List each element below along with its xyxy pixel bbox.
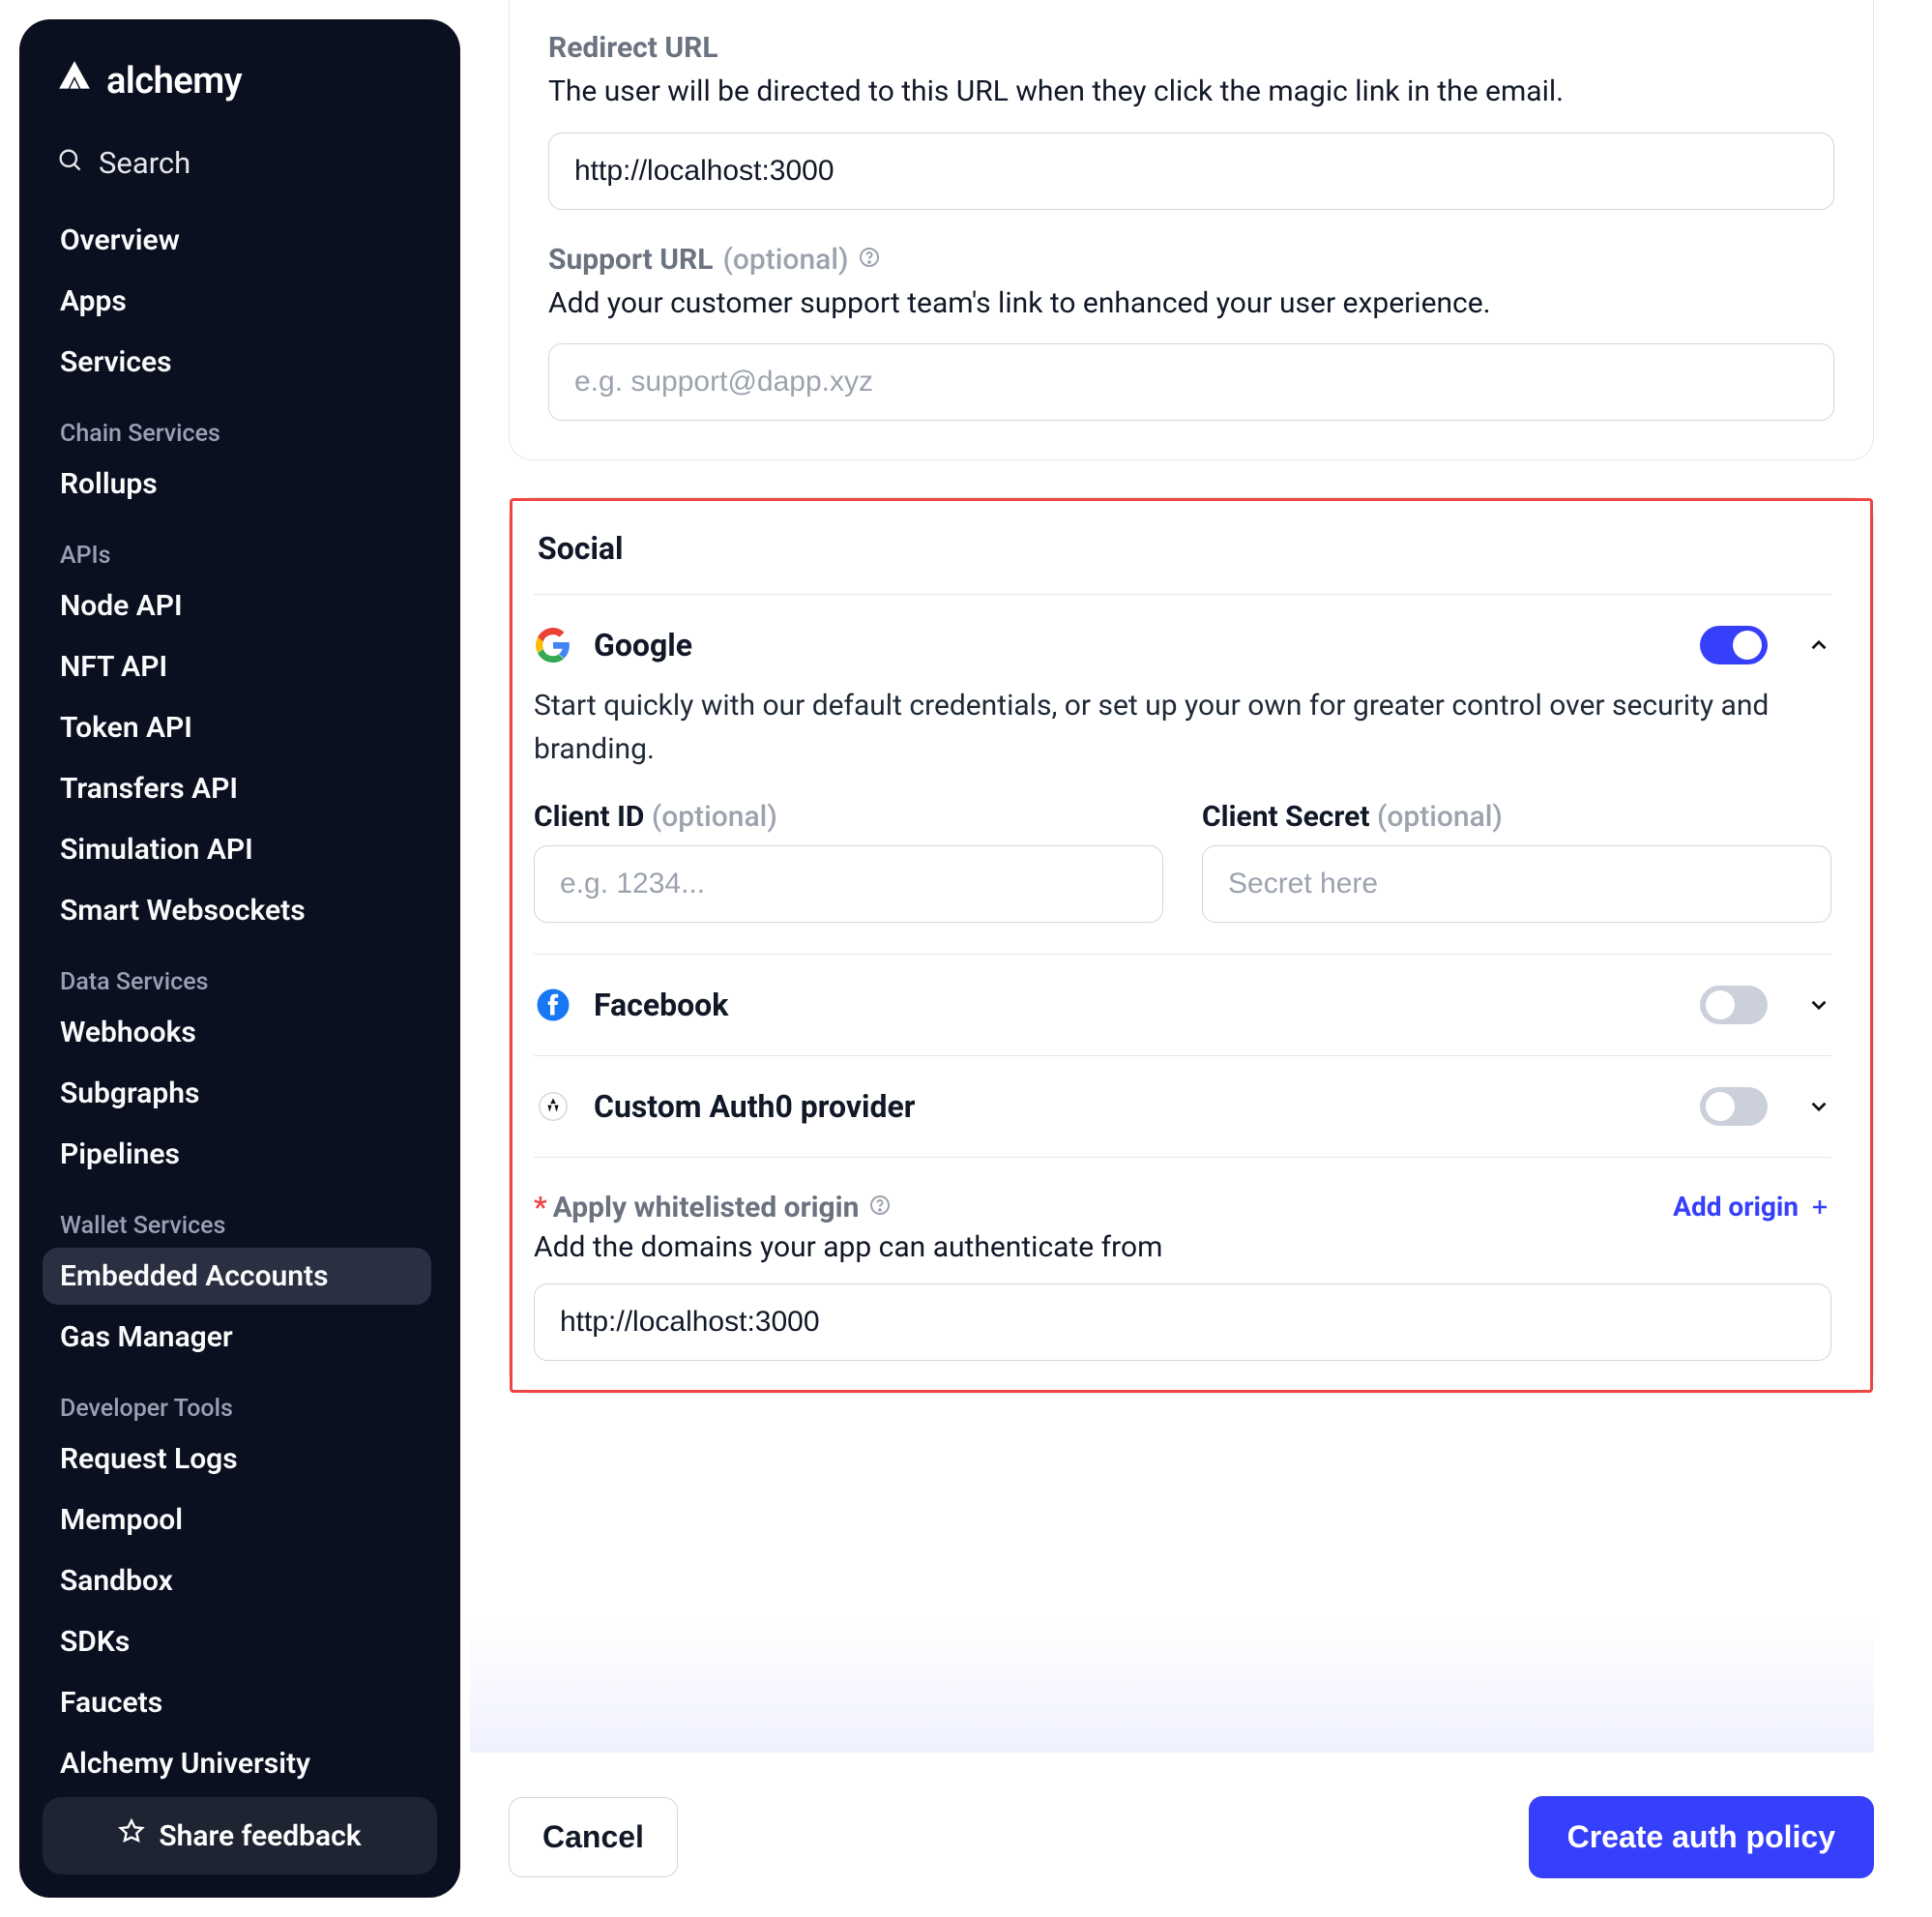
help-icon[interactable] (858, 243, 881, 277)
support-url-label: Support URL (548, 243, 714, 277)
nav-token-api[interactable]: Token API (43, 699, 431, 756)
nav-group-wallet-services: Wallet Services (43, 1187, 431, 1244)
footer: Cancel Create auth policy (509, 1680, 1874, 1878)
provider-facebook: Facebook (534, 954, 1831, 1055)
social-title: Social (534, 530, 1831, 567)
alchemy-logo-icon (56, 58, 93, 104)
url-card: Redirect URL The user will be directed t… (509, 0, 1874, 460)
social-card: Social Google (510, 498, 1873, 1393)
nav-overview[interactable]: Overview (43, 212, 431, 269)
google-desc: Start quickly with our default credentia… (534, 684, 1831, 771)
nav-subgraphs[interactable]: Subgraphs (43, 1065, 431, 1122)
whitelist-block: * Apply whitelisted origin Add the domai… (534, 1157, 1831, 1361)
support-url-field: Support URL (optional) Add your customer… (548, 243, 1834, 422)
share-feedback-button[interactable]: Share feedback (43, 1797, 437, 1874)
redirect-url-desc: The user will be directed to this URL wh… (548, 71, 1834, 113)
nav-node-api[interactable]: Node API (43, 577, 431, 634)
facebook-toggle[interactable] (1700, 986, 1768, 1024)
brand-logo: alchemy (43, 58, 437, 130)
chevron-down-icon[interactable] (1806, 1094, 1831, 1119)
nav-apps[interactable]: Apps (43, 273, 431, 330)
whitelist-origin-input[interactable] (534, 1283, 1831, 1361)
cancel-button[interactable]: Cancel (509, 1797, 678, 1877)
whitelist-desc: Add the domains your app can authenticat… (534, 1230, 1162, 1264)
client-secret-input[interactable] (1202, 845, 1831, 923)
auth0-icon (534, 1087, 572, 1126)
nav-services[interactable]: Services (43, 334, 431, 391)
search-label: Search (99, 145, 190, 181)
nav-sandbox[interactable]: Sandbox (43, 1552, 431, 1609)
client-secret-optional: (optional) (1377, 800, 1503, 834)
chevron-up-icon[interactable] (1806, 633, 1831, 658)
chevron-down-icon[interactable] (1806, 992, 1831, 1017)
nav-group-apis: APIs (43, 516, 431, 574)
nav-group-developer-tools: Developer Tools (43, 1370, 431, 1427)
nav-transfers-api[interactable]: Transfers API (43, 760, 431, 817)
client-id-label: Client ID (534, 800, 644, 834)
nav-embedded-accounts[interactable]: Embedded Accounts (43, 1248, 431, 1305)
support-url-input[interactable] (548, 343, 1834, 421)
google-label: Google (594, 627, 1679, 664)
plus-icon (1808, 1195, 1831, 1219)
google-icon (534, 626, 572, 664)
nav-simulation-api[interactable]: Simulation API (43, 821, 431, 878)
required-mark: * (534, 1191, 547, 1224)
nav-smart-websockets[interactable]: Smart Websockets (43, 882, 431, 939)
auth0-label: Custom Auth0 provider (594, 1088, 1679, 1125)
nav-gas-manager[interactable]: Gas Manager (43, 1309, 431, 1366)
nav-webhooks[interactable]: Webhooks (43, 1004, 431, 1061)
nav-pipelines[interactable]: Pipelines (43, 1126, 431, 1183)
add-origin-button[interactable]: Add origin (1673, 1191, 1831, 1223)
auth0-toggle[interactable] (1700, 1087, 1768, 1126)
search-icon (56, 145, 83, 181)
support-url-optional: (optional) (723, 243, 849, 277)
add-origin-label: Add origin (1673, 1191, 1799, 1223)
redirect-url-label: Redirect URL (548, 31, 718, 65)
facebook-label: Facebook (594, 987, 1679, 1023)
nav-group-chain-services: Chain Services (43, 395, 431, 452)
nav-sdks[interactable]: SDKs (43, 1613, 431, 1670)
client-id-optional: (optional) (652, 800, 777, 834)
client-id-input[interactable] (534, 845, 1163, 923)
help-icon[interactable] (868, 1191, 892, 1224)
nav-mempool[interactable]: Mempool (43, 1491, 431, 1548)
nav-rollups[interactable]: Rollups (43, 456, 431, 513)
google-toggle[interactable] (1700, 626, 1768, 664)
sidebar: alchemy Search Overview Apps Services Ch… (19, 19, 460, 1898)
star-icon (118, 1818, 145, 1853)
social-card-wrapper: Social Google (509, 497, 1874, 1394)
share-feedback-label: Share feedback (159, 1819, 361, 1853)
nav-request-logs[interactable]: Request Logs (43, 1430, 431, 1488)
provider-google: Google Start quickly with our default cr… (534, 594, 1831, 954)
provider-auth0: Custom Auth0 provider (534, 1055, 1831, 1157)
create-auth-policy-button[interactable]: Create auth policy (1529, 1796, 1874, 1878)
nav-group-data-services: Data Services (43, 943, 431, 1000)
client-secret-label: Client Secret (1202, 800, 1370, 834)
facebook-icon (534, 986, 572, 1024)
redirect-url-input[interactable] (548, 133, 1834, 210)
nav-faucets[interactable]: Faucets (43, 1674, 431, 1731)
search[interactable]: Search (43, 130, 437, 208)
nav-nft-api[interactable]: NFT API (43, 638, 431, 695)
main: Redirect URL The user will be directed t… (470, 0, 1932, 1917)
support-url-desc: Add your customer support team's link to… (548, 282, 1834, 325)
nav: Overview Apps Services Chain Services Ro… (43, 208, 437, 1780)
nav-alchemy-university[interactable]: Alchemy University (43, 1735, 431, 1780)
brand-name: alchemy (106, 60, 242, 103)
whitelist-title: Apply whitelisted origin (553, 1191, 860, 1224)
redirect-url-field: Redirect URL The user will be directed t… (548, 31, 1834, 210)
